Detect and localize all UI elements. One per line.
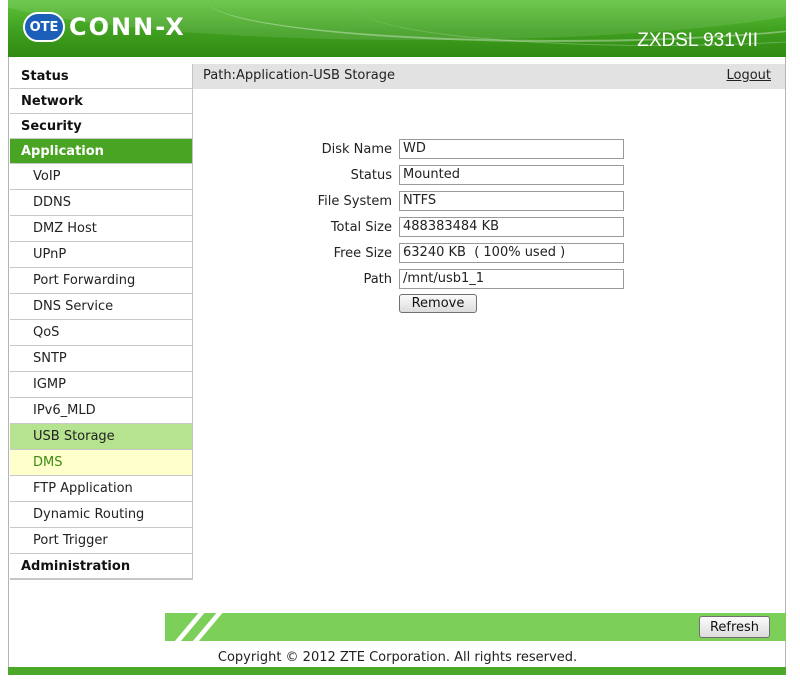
device-model: ZXDSL 931VII xyxy=(637,30,758,51)
sidebar-item-security[interactable]: Security xyxy=(10,114,192,139)
disk-name-field[interactable]: WD xyxy=(399,139,624,159)
sidebar-item-administration[interactable]: Administration xyxy=(10,554,192,579)
refresh-button[interactable]: Refresh xyxy=(699,616,770,638)
sidebar-item-dynamic-routing[interactable]: Dynamic Routing xyxy=(10,502,192,528)
copyright-text: Copyright © 2012 ZTE Corporation. All ri… xyxy=(217,650,578,665)
sidebar-item-port-trigger[interactable]: Port Trigger xyxy=(10,528,192,554)
ote-logo-badge: OTE xyxy=(23,12,65,42)
sidebar-item-igmp[interactable]: IGMP xyxy=(10,372,192,398)
header-banner: OTE CONN-X ZXDSL 931VII xyxy=(8,0,786,57)
path-label: Path xyxy=(363,272,392,287)
sidebar-item-dns-service[interactable]: DNS Service xyxy=(10,294,192,320)
sidebar-item-dms[interactable]: DMS xyxy=(10,450,192,476)
total-size-field[interactable]: 488383484 KB xyxy=(399,217,624,237)
status-label: Status xyxy=(350,168,392,183)
sidebar-item-network[interactable]: Network xyxy=(10,89,192,114)
sidebar-item-usb-storage[interactable]: USB Storage xyxy=(10,424,192,450)
remove-button[interactable]: Remove xyxy=(399,294,477,313)
disk-name-label: Disk Name xyxy=(321,142,392,157)
conn-x-logo-text: CONN-X xyxy=(69,13,186,41)
bottom-bar xyxy=(8,667,786,675)
sidebar-item-sntp[interactable]: SNTP xyxy=(10,346,192,372)
path-field[interactable]: /mnt/usb1_1 xyxy=(399,269,624,289)
sidebar-item-qos[interactable]: QoS xyxy=(10,320,192,346)
sidebar-item-ftp-application[interactable]: FTP Application xyxy=(10,476,192,502)
total-size-label: Total Size xyxy=(330,220,392,235)
footer-bar xyxy=(165,613,786,641)
brand-logo: OTE CONN-X xyxy=(23,12,186,42)
file-system-field[interactable]: NTFS xyxy=(399,191,624,211)
free-size-field[interactable]: 63240 KB ( 100% used ) xyxy=(399,243,624,263)
breadcrumb: Path:Application-USB Storage xyxy=(203,68,395,83)
logout-link[interactable]: Logout xyxy=(726,64,771,87)
status-field[interactable]: Mounted xyxy=(399,165,624,185)
free-size-label: Free Size xyxy=(333,246,392,261)
path-bar: Path:Application-USB Storage Logout xyxy=(193,64,785,89)
sidebar-item-status[interactable]: Status xyxy=(10,64,192,89)
sidebar-item-ipv6-mld[interactable]: IPv6_MLD xyxy=(10,398,192,424)
file-system-label: File System xyxy=(317,194,392,209)
